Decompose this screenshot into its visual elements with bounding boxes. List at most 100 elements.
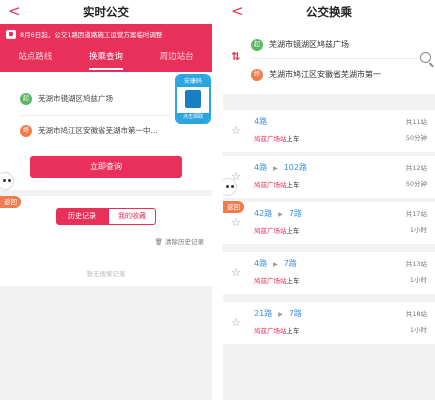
line-label: 7路 [283, 259, 297, 268]
route-lines: 4路 [254, 116, 267, 127]
board-stop: 鸠兹广场站 [254, 227, 287, 235]
page-title: 公交换乘 [306, 5, 352, 19]
ad-title: 安康码 [177, 76, 209, 87]
transfer-arrow-icon: ▶ [278, 311, 283, 318]
qr-code-icon [185, 90, 201, 108]
clear-history-button[interactable]: 🗑 清除历史记录 [155, 236, 204, 246]
line-label: 7路 [288, 309, 302, 318]
board-stop: 鸠兹广场站 [254, 277, 287, 285]
duration: 1小时 [409, 276, 427, 284]
tab-favorites[interactable]: 我的收藏 [108, 208, 156, 225]
board-info: 鸠兹广场站上车 [254, 179, 300, 189]
notice-text: 8月6日起，公交1路因道路施工运营方案临时调整 [20, 31, 163, 39]
end-badge: 终 [20, 125, 32, 137]
stop-count: 共17站 [405, 210, 427, 218]
duration: 50分钟 [405, 180, 427, 188]
to-text: 芜湖市鸠江区安徽省芜湖市第一中... [38, 126, 158, 135]
tab-history[interactable]: 历史记录 [56, 208, 108, 225]
query-button[interactable]: 立即查询 [30, 156, 182, 178]
return-button[interactable]: 返回 [223, 201, 244, 213]
route-input-card: ⇅ 起芜湖市镜湖区鸠兹广场 终芜湖市鸠江区安徽省芜湖市第一 [223, 24, 435, 94]
realtime-bus-screen: < 实时公交 8月6日起，公交1路因道路施工运营方案临时调整 站点路线 换乘查询… [0, 0, 212, 400]
star-icon[interactable]: ☆ [231, 216, 241, 229]
to-text: 芜湖市鸠江区安徽省芜湖市第一 [269, 70, 381, 79]
tab-nearby-stops[interactable]: 周边站台 [141, 46, 212, 72]
from-text: 芜湖市镜湖区鸠兹广场 [38, 94, 113, 103]
route-lines: 21路 ▶ 7路 [254, 308, 302, 319]
swap-icon[interactable]: ⇅ [231, 50, 240, 63]
result-item[interactable]: ☆ 4路 ▶ 7路 鸠兹广场站上车 共13站 1小时 [223, 252, 435, 294]
search-icon[interactable] [420, 52, 431, 63]
to-field[interactable]: 终芜湖市鸠江区安徽省芜湖市第一中... [20, 124, 170, 142]
board-stop: 鸠兹广场站 [254, 135, 287, 143]
ad-cta: 点击领取 [177, 113, 209, 122]
duration: 1小时 [409, 226, 427, 234]
board-info: 鸠兹广场站上车 [254, 325, 300, 335]
divider [212, 0, 223, 400]
result-item[interactable]: ☆ 4路 鸠兹广场站上车 共11站 50分钟 [223, 110, 435, 152]
stop-count: 共11站 [405, 118, 427, 126]
board-suffix: 上车 [286, 135, 300, 143]
empty-history-text: 暂无搜索记录 [86, 270, 126, 278]
from-field[interactable]: 起芜湖市镜湖区鸠兹广场 [20, 92, 170, 110]
health-code-ad[interactable]: 安康码 点击领取 [175, 74, 211, 124]
transfer-arrow-icon: ▶ [278, 211, 283, 218]
board-suffix: 上车 [286, 181, 300, 189]
tab-bar: 站点路线 换乘查询 周边站台 [0, 46, 212, 72]
star-icon[interactable]: ☆ [231, 266, 241, 279]
star-icon[interactable]: ☆ [231, 124, 241, 137]
clear-history-label: 清除历史记录 [165, 238, 204, 246]
line-label: 4路 [254, 163, 268, 172]
result-item[interactable]: ☆ 4路 ▶ 102路 鸠兹广场站上车 共12站 50分钟 [223, 156, 435, 198]
start-badge: 起 [251, 38, 263, 51]
history-section: 历史记录 我的收藏 🗑 清除历史记录 暂无搜索记录 [0, 196, 212, 286]
board-info: 鸠兹广场站上车 [254, 133, 300, 143]
start-badge: 起 [20, 93, 32, 105]
from-field[interactable]: 起芜湖市镜湖区鸠兹广场 [251, 38, 421, 54]
stop-count: 共13站 [405, 260, 427, 268]
notice-banner[interactable]: 8月6日起，公交1路因道路施工运营方案临时调整 [0, 24, 212, 46]
star-icon[interactable]: ☆ [231, 316, 241, 329]
line-label: 4路 [254, 117, 268, 126]
mascot-eye-icon [8, 179, 11, 182]
route-lines: 42路 ▶ 7路 [254, 208, 302, 219]
end-badge: 终 [251, 68, 263, 81]
stop-count: 共18站 [405, 310, 427, 318]
to-field[interactable]: 终芜湖市鸠江区安徽省芜湖市第一 [251, 68, 421, 84]
board-suffix: 上车 [286, 227, 300, 235]
tab-station-route[interactable]: 站点路线 [0, 46, 71, 72]
return-button[interactable]: 返回 [0, 196, 21, 208]
stop-count: 共12站 [405, 164, 427, 172]
board-info: 鸠兹广场站上车 [254, 225, 300, 235]
line-label: 7路 [288, 209, 302, 218]
header: < 实时公交 [0, 0, 212, 24]
result-item[interactable]: ☆ 42路 ▶ 7路 鸠兹广场站上车 共17站 1小时 [223, 202, 435, 244]
duration: 1小时 [409, 326, 427, 334]
line-label: 42路 [254, 209, 273, 218]
board-stop: 鸠兹广场站 [254, 181, 287, 189]
from-text: 芜湖市镜湖区鸠兹广场 [269, 40, 349, 49]
result-item[interactable]: ☆ 21路 ▶ 7路 鸠兹广场站上车 共18站 1小时 [223, 302, 435, 344]
line-label: 4路 [254, 259, 268, 268]
divider [251, 58, 421, 59]
line-label: 102路 [283, 163, 307, 172]
transfer-arrow-icon: ▶ [273, 165, 278, 172]
board-stop: 鸠兹广场站 [254, 327, 287, 335]
page-title: 实时公交 [83, 5, 129, 19]
tab-transfer-query[interactable]: 换乘查询 [71, 46, 142, 72]
header: < 公交换乘 [223, 0, 435, 24]
board-suffix: 上车 [286, 277, 300, 285]
divider [20, 115, 170, 116]
duration: 50分钟 [405, 134, 427, 142]
board-suffix: 上车 [286, 327, 300, 335]
mascot-eye-icon [226, 185, 229, 188]
mascot-eye-icon [231, 185, 234, 188]
bus-transfer-screen: < 公交换乘 ⇅ 起芜湖市镜湖区鸠兹广场 终芜湖市鸠江区安徽省芜湖市第一 ☆ 4… [223, 0, 435, 400]
route-lines: 4路 ▶ 7路 [254, 258, 297, 269]
line-label: 21路 [254, 309, 273, 318]
board-info: 鸠兹广场站上车 [254, 275, 300, 285]
transfer-arrow-icon: ▶ [273, 261, 278, 268]
mascot-eye-icon [3, 179, 6, 182]
route-lines: 4路 ▶ 102路 [254, 162, 307, 173]
speaker-icon [6, 30, 16, 39]
